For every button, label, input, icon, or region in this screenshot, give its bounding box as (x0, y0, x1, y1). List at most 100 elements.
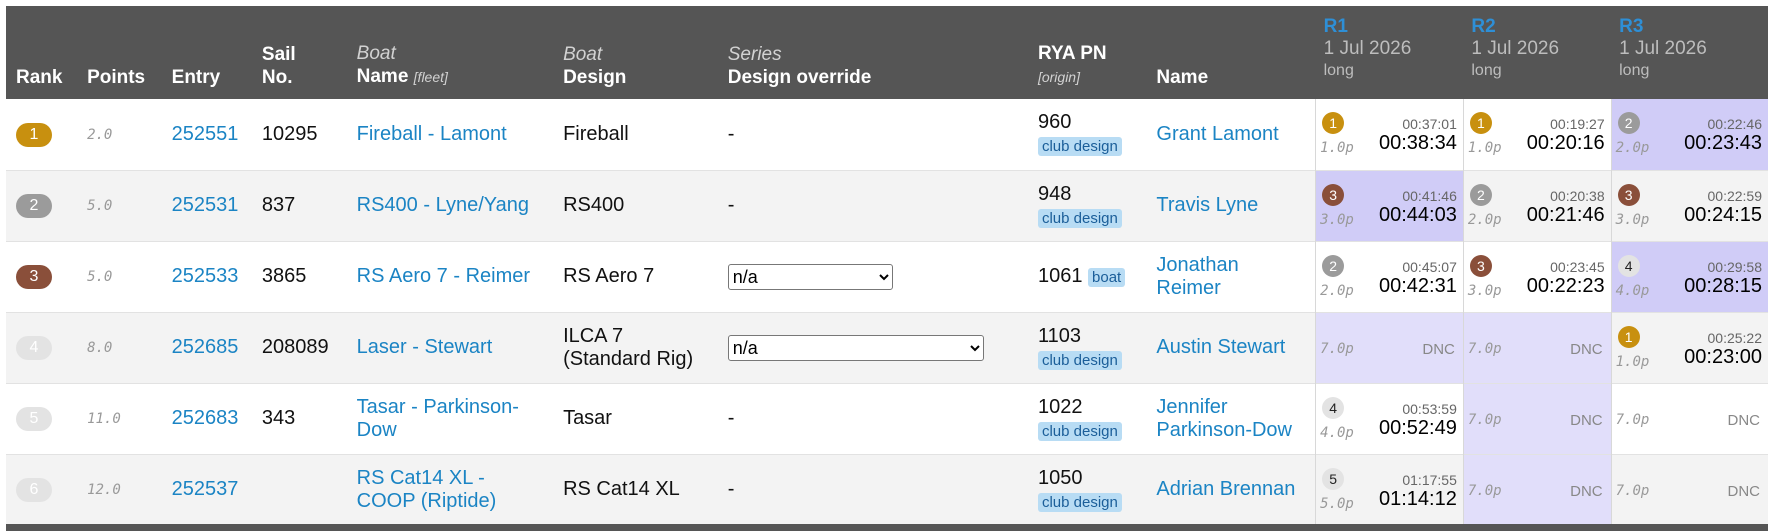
race-result-cell[interactable]: 7.0p DNC (1315, 312, 1464, 383)
points-cell: 12.0 (77, 454, 162, 525)
table-row: 5 11.0 252683 343 Tasar - Parkinson-Dow Tasar… (6, 383, 1768, 454)
table-body: 1 2.0 252551 10295 Fireball - Lamont Fireball… (6, 99, 1768, 525)
dnc-label: DNC (1570, 482, 1603, 500)
race-result-cell[interactable]: 7.0p DNC (1462, 454, 1612, 525)
sail-number: 3865 (261, 265, 307, 287)
col-race-2[interactable]: R2 1 Jul 2026 long (1463, 6, 1611, 99)
results-table: Rank Points Entry Sail No. Boat Name [flee… (6, 6, 1768, 526)
race-result-cell[interactable]: 2 00:45:07 2.0p 00:42:31 (1315, 241, 1464, 312)
race-points: 4.0p (1320, 424, 1354, 441)
helm-name-cell: Jennifer Parkinson-Dow (1146, 383, 1315, 454)
boat-name-link[interactable]: RS Cat14 XL - COOP (Riptide) (357, 467, 497, 512)
race-result-cell[interactable]: 7.0p DNC (1610, 383, 1768, 454)
rank-cell: 6 (6, 454, 77, 525)
entry-cell: 252537 (162, 454, 252, 525)
race-result-cell[interactable]: 4 00:29:58 4.0p 00:28:15 (1610, 241, 1768, 312)
boat-name-link[interactable]: Fireball - Lamont (357, 123, 507, 145)
race-points: 3.0p (1320, 211, 1354, 228)
design-override-select[interactable]: n/a (727, 263, 893, 290)
helm-name-link[interactable]: Austin Stewart (1156, 336, 1285, 358)
race-position-badge: 1 (1322, 112, 1345, 135)
rya-pn-cell: 1022 club design (1028, 383, 1146, 454)
col-rya-pn[interactable]: RYA PN [origin] (1028, 6, 1146, 99)
sail-number (252, 454, 347, 525)
col-entry[interactable]: Entry (162, 6, 252, 99)
boat-design: ILCA 7 (Standard Rig) (563, 324, 694, 370)
design-override-cell: - (727, 194, 735, 216)
corrected-time: 00:28:15 (1684, 274, 1762, 297)
race-result-cell[interactable]: 5 01:17:55 5.0p 01:14:12 (1315, 454, 1464, 525)
race-points: 2.0p (1615, 140, 1650, 157)
entry-link[interactable]: 252537 (172, 478, 239, 500)
race-result-cell[interactable]: 4 00:53:59 4.0p 00:52:49 (1315, 383, 1464, 454)
total-points: 2.0 (87, 126, 113, 143)
race-result-cell[interactable]: 1 00:25:22 1.0p 00:23:00 (1610, 312, 1768, 383)
helm-name-link[interactable]: Jennifer Parkinson-Dow (1156, 396, 1292, 441)
corrected-time: 01:14:12 (1379, 487, 1457, 510)
col-race-3[interactable]: R3 1 Jul 2026 long (1611, 6, 1768, 99)
race-position-badge: 2 (1322, 254, 1345, 277)
pn-origin-tag: club design (1037, 492, 1122, 512)
col-boat-name[interactable]: Boat Name [fleet] (347, 6, 553, 99)
pn-origin-tag: club design (1037, 421, 1122, 441)
helm-name-link[interactable]: Jonathan Reimer (1156, 254, 1238, 299)
boat-name-cell: RS Cat14 XL - COOP (Riptide) (347, 454, 553, 525)
boat-design: RS400 (563, 194, 625, 216)
race-result-cell[interactable]: 1 00:37:01 1.0p 00:38:34 (1315, 99, 1464, 170)
helm-name-link[interactable]: Travis Lyne (1156, 194, 1258, 216)
race-result-cell[interactable]: 7.0p DNC (1462, 383, 1612, 454)
col-sail[interactable]: Sail No. (252, 6, 347, 99)
race-points: 1.0p (1320, 140, 1354, 157)
race-result-cell[interactable]: 7.0p DNC (1462, 312, 1612, 383)
col-points[interactable]: Points (77, 6, 162, 99)
points-cell: 8.0 (77, 312, 162, 383)
entry-link[interactable]: 252531 (172, 194, 239, 216)
corrected-time: 00:52:49 (1379, 416, 1457, 439)
race-result-cell[interactable]: 3 00:22:59 3.0p 00:24:15 (1610, 170, 1768, 241)
boat-design: RS Aero 7 (563, 265, 655, 287)
boat-name-link[interactable]: Laser - Stewart (357, 336, 493, 358)
entry-link[interactable]: 252533 (172, 265, 239, 287)
entry-link[interactable]: 252685 (172, 336, 239, 358)
corrected-time: 00:24:15 (1684, 203, 1762, 226)
boat-design: Fireball (563, 122, 629, 145)
race-points: 4.0p (1615, 282, 1650, 299)
entry-cell: 252683 (162, 383, 252, 454)
design-override-select[interactable]: n/a (727, 334, 984, 361)
rya-pn-cell: 1050 club design (1028, 454, 1146, 525)
boat-name-link[interactable]: RS Aero 7 - Reimer (357, 265, 530, 287)
race-position-badge: 5 (1322, 467, 1345, 490)
boat-name-link[interactable]: Tasar - Parkinson-Dow (357, 396, 519, 441)
race-result-cell[interactable]: 2 00:22:46 2.0p 00:23:43 (1610, 99, 1768, 170)
col-name[interactable]: Name (1146, 6, 1315, 99)
boat-name-link[interactable]: RS400 - Lyne/Yang (357, 194, 529, 216)
race-result-cell[interactable]: 1 00:19:27 1.0p 00:20:16 (1462, 99, 1612, 170)
col-boat-design[interactable]: Boat Design (553, 6, 718, 99)
entry-link[interactable]: 252551 (172, 123, 239, 145)
rya-pn-cell: 948 club design (1028, 170, 1146, 241)
rank-cell: 1 (6, 99, 77, 170)
rank-badge: 2 (16, 194, 52, 218)
col-rank[interactable]: Rank (6, 6, 77, 99)
helm-name-link[interactable]: Adrian Brennan (1156, 478, 1295, 500)
design-override-cell: n/a (718, 241, 1028, 312)
col-race-1[interactable]: R1 1 Jul 2026 long (1316, 6, 1464, 99)
race-points: 7.0p (1467, 482, 1502, 499)
pn-origin-tag: club design (1037, 350, 1122, 370)
rank-cell: 4 (6, 312, 77, 383)
boat-name-cell: RS Aero 7 - Reimer (347, 241, 553, 312)
race-result-cell[interactable]: 3 00:41:46 3.0p 00:44:03 (1315, 170, 1464, 241)
entry-cell: 252551 (162, 99, 252, 170)
race-result-cell[interactable]: 2 00:20:38 2.0p 00:21:46 (1462, 170, 1612, 241)
table-header: Rank Points Entry Sail No. Boat Name [flee… (6, 6, 1768, 99)
race-result-cell[interactable]: 3 00:23:45 3.0p 00:22:23 (1462, 241, 1612, 312)
race-result-cell[interactable]: 7.0p DNC (1610, 454, 1768, 525)
rank-cell: 3 (6, 241, 77, 312)
entry-link[interactable]: 252683 (172, 407, 239, 429)
race-points: 7.0p (1615, 482, 1650, 499)
col-design-override[interactable]: Series Design override (718, 6, 1028, 99)
helm-name-link[interactable]: Grant Lamont (1156, 123, 1278, 145)
total-points: 5.0 (87, 198, 113, 214)
dnc-label: DNC (1570, 340, 1603, 358)
points-cell: 5.0 (77, 241, 162, 312)
